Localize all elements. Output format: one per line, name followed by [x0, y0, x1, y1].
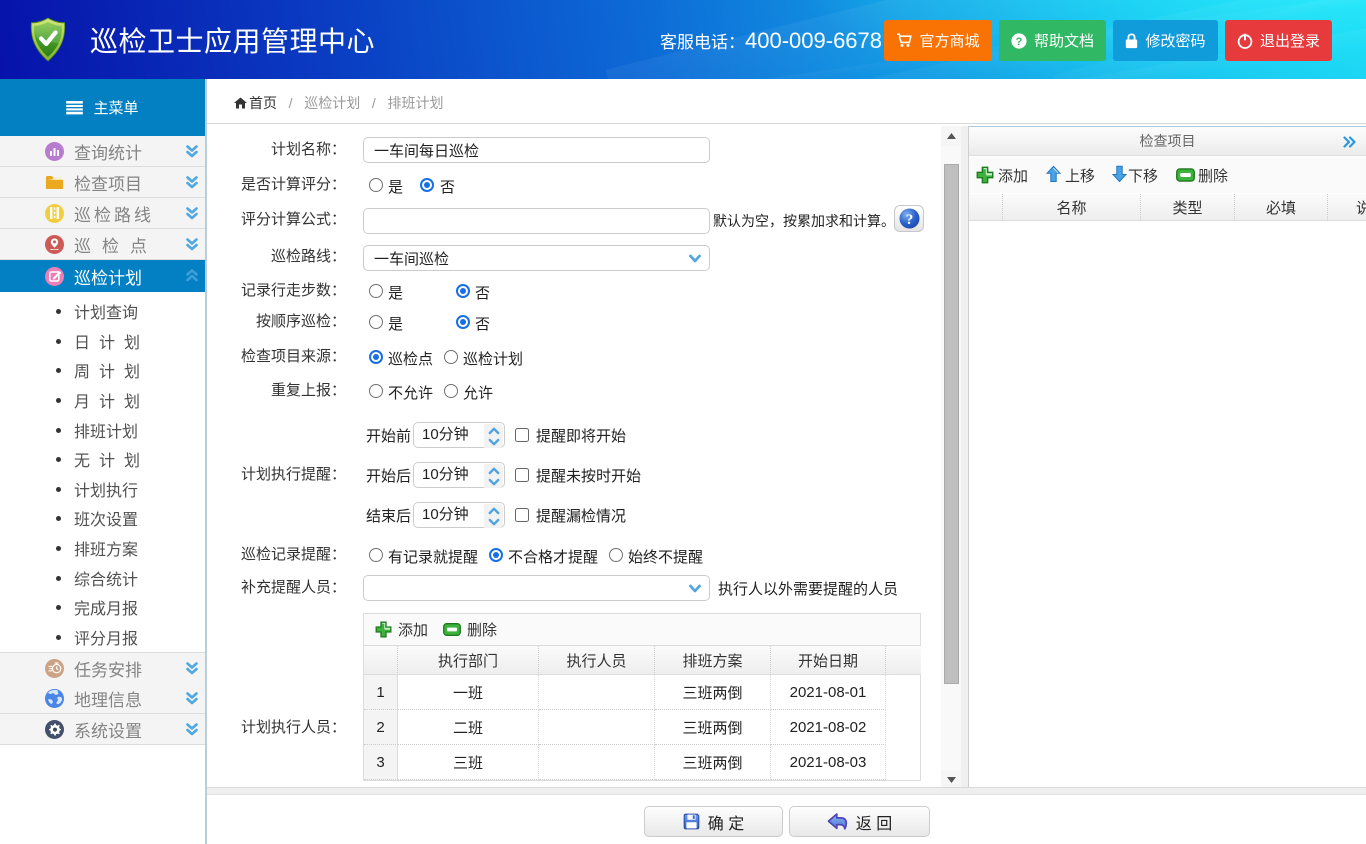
svg-text:?: ?: [905, 212, 913, 228]
svg-text:?: ?: [1016, 36, 1023, 48]
